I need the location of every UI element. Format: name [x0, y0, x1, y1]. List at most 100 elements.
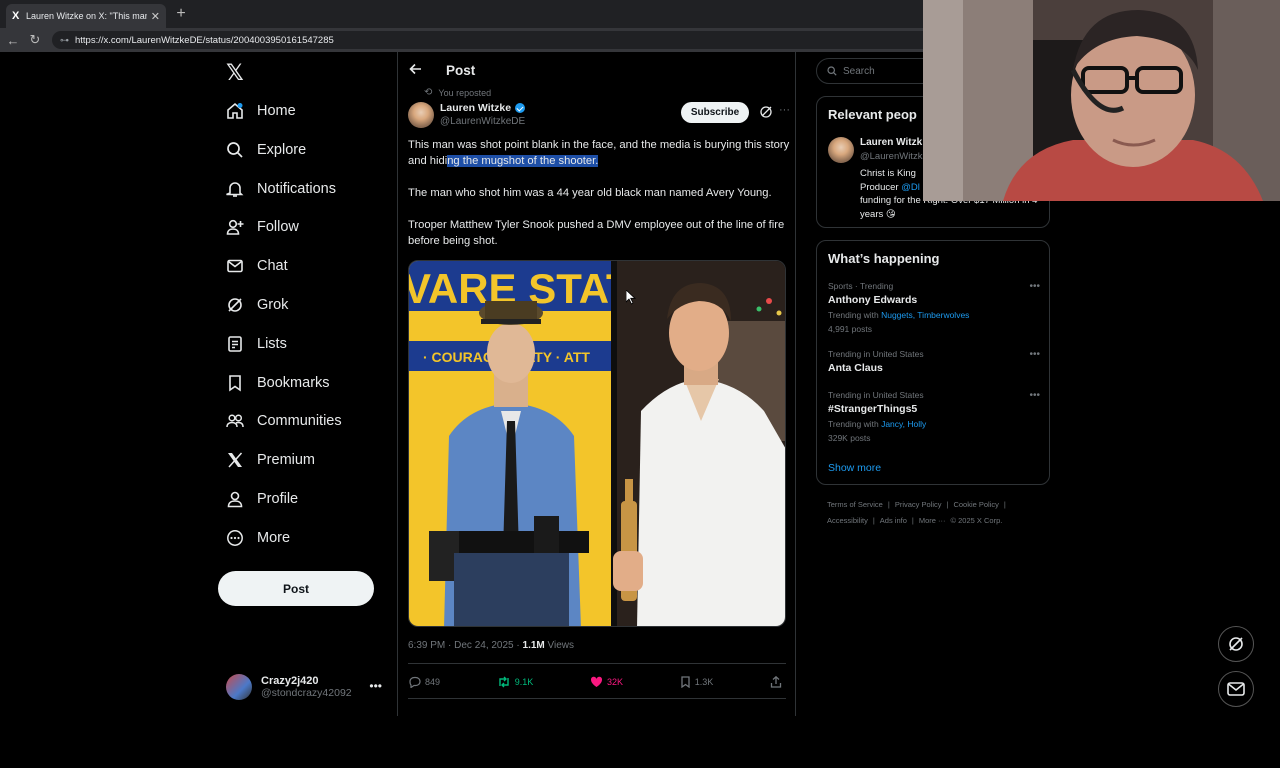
post-button[interactable]: Post [218, 571, 374, 606]
nav-item-label: More [257, 529, 291, 546]
scrollbar[interactable] [1268, 104, 1280, 768]
trend-category: Trending in United States [828, 390, 924, 400]
trend-name: Anta Claus [828, 362, 883, 374]
divider [408, 663, 786, 664]
nav-item-label: Bookmarks [257, 374, 330, 391]
post-header: Post [398, 52, 796, 88]
nav-item-more[interactable]: More [226, 523, 290, 553]
footer-link[interactable]: Accessibility [827, 516, 868, 525]
bookmark-count: 1.3K [694, 677, 714, 687]
post-actions: 849 9.1K 32K 1.3K [408, 671, 786, 693]
post-text: This man was shot point blank in the fac… [408, 137, 790, 265]
trend-related: Trending with Nuggets, Timberwolves [828, 310, 1040, 320]
more-dots-icon[interactable]: ••• [1029, 349, 1040, 360]
page-title: Post [446, 62, 476, 78]
subscribe-button[interactable]: Subscribe [681, 102, 749, 123]
footer-link[interactable]: Terms of Service [827, 500, 883, 509]
more-dots-icon[interactable]: ··· [779, 104, 790, 116]
reply-count: 849 [425, 677, 441, 687]
search-icon [827, 66, 837, 76]
trend-item[interactable]: Trending in United States Anta Claus ••• [828, 349, 1040, 374]
more-dots-icon[interactable]: ••• [369, 679, 382, 693]
views-count: 1.1M [522, 640, 545, 651]
nav-item-chat[interactable]: Chat [226, 251, 288, 281]
back-arrow-icon[interactable]: ← [2, 33, 24, 48]
trend-name: Anthony Edwards [828, 294, 918, 306]
mouse-cursor-icon [626, 290, 636, 305]
account-switcher[interactable]: Crazy2j420 @stondcrazy42092 ••• [226, 669, 386, 705]
footer-link[interactable]: Ads info [880, 516, 907, 525]
verified-badge-icon [515, 103, 526, 113]
views-label: Views [544, 640, 575, 651]
messages-floating-button[interactable] [1218, 671, 1254, 707]
site-info-icon[interactable]: ⊶ [60, 35, 69, 46]
nav-item-communities[interactable]: Communities [226, 406, 342, 436]
nav-item-notifications[interactable]: Notifications [226, 174, 336, 204]
more-dots-icon[interactable]: ••• [1029, 390, 1040, 401]
footer-separator: | [911, 516, 914, 525]
nav-item-label: Profile [257, 491, 299, 507]
x-logo-icon[interactable]: 𝕏 [226, 60, 244, 86]
nav-item-label: Premium [257, 452, 316, 469]
person-name[interactable]: Lauren Witzk [860, 137, 922, 148]
post-timestamp: 6:39 PM · Dec 24, 2025 · 1.1M Views [408, 640, 574, 651]
trend-post-count: 329K posts [828, 433, 871, 443]
trend-item[interactable]: Sports · Trending Anthony Edwards Trending… [828, 281, 1040, 334]
timestamp-text[interactable]: 6:39 PM · Dec 24, 2025 · [408, 640, 523, 651]
like-button[interactable]: 32K [590, 676, 623, 688]
trend-item[interactable]: Trending in United States #StrangerThings… [828, 390, 1040, 443]
nav-item-home[interactable]: Home [226, 96, 296, 126]
nav-item-grok[interactable]: Grok [226, 290, 288, 320]
author-avatar[interactable] [408, 102, 434, 128]
share-button[interactable] [770, 676, 786, 688]
new-tab-icon[interactable]: + [174, 5, 188, 23]
whats-happening-card: What’s happening Sports · Trending Anthon… [816, 240, 1050, 485]
footer-link[interactable]: Privacy Policy [895, 500, 942, 509]
nav-item-premium[interactable]: Premium [226, 445, 315, 475]
show-more-link[interactable]: Show more [828, 462, 881, 474]
bio-link[interactable]: @Dl [901, 182, 920, 193]
repost-count: 9.1K [514, 677, 534, 687]
author-handle[interactable]: @LaurenWitzkeDE [440, 116, 525, 127]
reply-button[interactable]: 849 [408, 676, 440, 688]
repost-button[interactable]: 9.1K [497, 676, 534, 688]
home-icon [226, 102, 244, 120]
browser-tab[interactable]: X Lauren Witzke on X: "This man wa ✕ [6, 4, 166, 28]
grok-floating-button[interactable] [1218, 626, 1254, 662]
person-handle: @LaurenWitzk [860, 151, 923, 162]
mail-icon [1227, 682, 1245, 696]
nav-item-label: Home [257, 103, 296, 119]
footer-link[interactable]: © 2025 X Corp. [951, 516, 1003, 525]
address-bar[interactable]: ⊶ https://x.com/LaurenWitzkeDE/status/20… [52, 31, 932, 49]
trend-related-links[interactable]: Jancy, Holly [881, 419, 926, 429]
nav-item-profile[interactable]: Profile [226, 484, 298, 514]
account-handle: @stondcrazy42092 [261, 687, 352, 699]
trend-related-links[interactable]: Nuggets, Timberwolves [881, 310, 969, 320]
footer-separator: | [946, 500, 949, 509]
nav-item-bookmarks[interactable]: Bookmarks [226, 368, 330, 398]
selected-text: ng the mugshot of the shooter. [447, 155, 599, 167]
nav-item-follow[interactable]: Follow [226, 212, 299, 242]
more-dots-icon[interactable]: ••• [1029, 281, 1040, 292]
footer-link[interactable]: Cookie Policy [953, 500, 998, 509]
post-text-p3: Trooper Matthew Tyler Snook pushed a DMV… [408, 219, 785, 247]
footer-link[interactable]: More ··· [919, 516, 946, 525]
nav-item-explore[interactable]: Explore [226, 135, 306, 165]
nav-item-lists[interactable]: Lists [226, 329, 287, 359]
avatar [226, 674, 252, 700]
author-name[interactable]: Lauren Witzke [440, 102, 526, 114]
back-arrow-icon[interactable] [409, 63, 429, 78]
bookmark-button[interactable]: 1.3K [680, 676, 714, 688]
close-tab-icon[interactable]: ✕ [151, 10, 160, 23]
whats-happening-title: What’s happening [828, 251, 940, 266]
avatar[interactable] [828, 137, 854, 163]
mail-icon [226, 257, 244, 275]
footer-links: Terms of Service | Privacy Policy | Cookie P… [827, 497, 1042, 529]
trend-category: Sports · Trending [828, 281, 894, 291]
reload-icon[interactable]: ↻ [24, 32, 46, 48]
x-icon [226, 451, 244, 469]
divider [408, 698, 786, 699]
post-image[interactable]: VARE STAT · COURAG OYALTY · ATT [408, 260, 786, 627]
footer-separator: | [1003, 500, 1006, 509]
grok-icon[interactable] [759, 105, 773, 119]
